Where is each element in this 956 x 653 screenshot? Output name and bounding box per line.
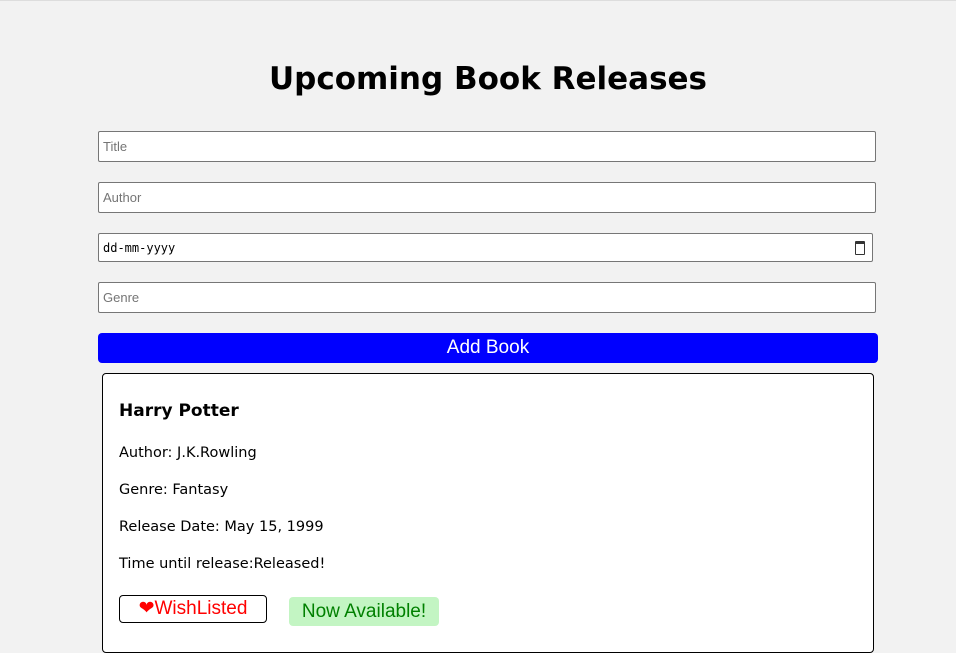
book-genre: Genre: Fantasy — [119, 482, 229, 498]
book-title: Harry Potter — [119, 401, 239, 421]
add-book-button[interactable]: Add Book — [98, 333, 878, 363]
author-placeholder: Author — [103, 190, 142, 205]
author-input[interactable]: Author — [98, 182, 876, 213]
book-time-until-release: Time until release:Released! — [119, 556, 326, 572]
calendar-icon[interactable] — [855, 240, 865, 255]
title-placeholder: Title — [103, 139, 128, 154]
page-title: Upcoming Book Releases — [268, 61, 708, 97]
heart-icon: ❤ — [138, 598, 155, 619]
genre-input[interactable]: Genre — [98, 282, 876, 313]
date-placeholder: dd-mm-yyyy — [103, 240, 176, 255]
book-author: Author: J.K.Rowling — [119, 445, 257, 461]
book-card: Harry Potter Author: J.K.Rowling Genre: … — [102, 373, 874, 653]
title-input[interactable]: Title — [98, 131, 876, 162]
wishlist-label: WishListed — [154, 598, 248, 619]
availability-badge: Now Available! — [289, 597, 439, 626]
wishlist-button[interactable]: ❤WishListed — [119, 595, 267, 623]
genre-placeholder: Genre — [103, 290, 140, 305]
release-date-input[interactable]: dd-mm-yyyy — [98, 233, 873, 262]
book-release-date: Release Date: May 15, 1999 — [119, 519, 324, 535]
